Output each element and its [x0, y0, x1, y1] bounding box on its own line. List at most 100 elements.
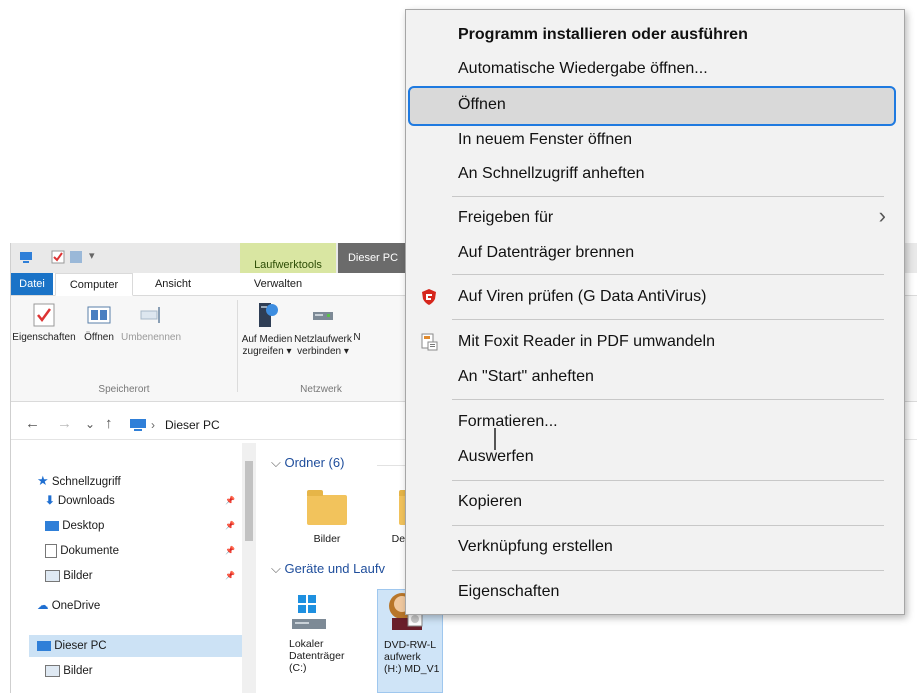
properties-check-icon[interactable]	[51, 250, 65, 264]
menu-item-properties[interactable]: Eigenschaften	[458, 575, 559, 609]
group-folders-header[interactable]: ⌵ Ordner (6)	[271, 455, 344, 471]
group-location-label: Speicherort	[98, 384, 150, 395]
download-icon: ⬇	[45, 495, 55, 507]
menu-separator	[452, 196, 884, 197]
drive-label-1: Lokaler	[289, 638, 324, 650]
menu-separator	[452, 399, 884, 400]
nav-label: Bilder	[63, 665, 93, 677]
context-tab-drive-tools: Laufwerktools	[240, 243, 336, 273]
network-drive-label-2: verbinden ▾	[297, 346, 349, 357]
windows-drive-icon	[292, 595, 326, 629]
group-network-label: Netzwerk	[300, 384, 342, 395]
pin-icon[interactable]: 📌	[225, 565, 235, 587]
tab-file[interactable]: Datei	[11, 273, 53, 295]
document-icon	[45, 543, 57, 558]
drive-label-1: DVD-RW-L	[384, 639, 437, 651]
nav-item-documents[interactable]: Dokumente 📌	[45, 540, 245, 562]
menu-item-open[interactable]: Öffnen	[458, 88, 506, 122]
pin-icon[interactable]: 📌	[225, 490, 235, 512]
group-divider-line	[377, 465, 407, 466]
tab-view[interactable]: Ansicht	[135, 273, 211, 295]
media-access-button[interactable]: Auf Medien zugreifen ▾	[241, 300, 293, 358]
folder-icon	[307, 490, 347, 525]
properties-label: Eigenschaften	[12, 332, 76, 343]
menu-item-eject[interactable]: Auswerfen	[458, 440, 534, 474]
menu-item-autoplay[interactable]: Automatische Wiedergabe öffnen...	[458, 52, 708, 86]
qat-dropdown-icon[interactable]: ▾	[89, 249, 95, 262]
pictures-icon	[45, 569, 60, 582]
ribbon-cut-label: N	[353, 332, 361, 343]
drive-label-2: Datenträger	[289, 650, 345, 662]
menu-item-virus-scan[interactable]: Auf Viren prüfen (G Data AntiVirus)	[458, 280, 706, 314]
media-server-icon	[259, 303, 278, 327]
nav-label: Dieser PC	[54, 640, 107, 652]
folder-label: Bilder	[313, 533, 341, 545]
menu-separator	[452, 274, 884, 275]
properties-icon	[33, 303, 55, 327]
menu-separator	[452, 480, 884, 481]
nav-scrollbar-thumb[interactable]	[245, 461, 253, 541]
pin-icon[interactable]: 📌	[225, 540, 235, 562]
menu-item-share-with[interactable]: Freigeben für	[458, 201, 553, 235]
drive-item-c[interactable]: Lokaler Datenträger (C:)	[289, 593, 347, 674]
open-button[interactable]: Öffnen	[79, 302, 119, 344]
cloud-icon: ☁	[37, 600, 49, 612]
group-folders-label: Ordner (6)	[284, 455, 345, 470]
tab-computer[interactable]: Computer	[55, 273, 133, 296]
star-icon: ★	[37, 473, 49, 488]
up-icon[interactable]: ↑	[105, 415, 113, 432]
media-label-1: Auf Medien	[241, 334, 293, 345]
nav-label: Bilder	[63, 570, 93, 582]
nav-label: Downloads	[57, 495, 115, 507]
drive-label-3: (C:)	[289, 662, 307, 674]
window-title: Dieser PC	[338, 243, 408, 273]
drive-label-3: (H:) MD_V1	[384, 663, 440, 675]
group-devices-header[interactable]: ⌵ Geräte und Laufv	[271, 561, 385, 577]
foxit-pdf-icon	[421, 333, 438, 351]
computer-icon	[130, 419, 146, 431]
menu-item-pin-quick-access[interactable]: An Schnellzugriff anheften	[458, 157, 645, 191]
network-drive-label-1: Netzlaufwerk	[294, 334, 352, 345]
back-icon[interactable]: ←	[25, 415, 40, 432]
nav-item-quick-access[interactable]: ★ Schnellzugriff	[37, 470, 237, 492]
chevron-down-icon: ⌵	[271, 561, 281, 576]
rename-button[interactable]: Umbenennen	[119, 302, 183, 344]
menu-item-create-shortcut[interactable]: Verknüpfung erstellen	[458, 530, 613, 564]
nav-label: OneDrive	[51, 600, 101, 612]
tab-manage[interactable]: Verwalten	[240, 273, 316, 295]
menu-item-open-new-window[interactable]: In neuem Fenster öffnen	[458, 123, 632, 157]
pin-icon[interactable]: 📌	[225, 515, 235, 537]
chevron-down-icon: ⌵	[271, 455, 281, 470]
menu-item-foxit-convert[interactable]: Mit Foxit Reader in PDF umwandeln	[458, 325, 715, 359]
recent-locations-icon[interactable]: ⌄	[85, 417, 95, 431]
breadcrumb-this-pc[interactable]: Dieser PC	[165, 418, 220, 432]
navigation-pane: ★ Schnellzugriff ⬇ Downloads 📌 Desktop 📌…	[11, 443, 257, 693]
map-network-drive-button[interactable]: Netzlaufwerk verbinden ▾	[293, 300, 353, 358]
nav-item-pictures-pc[interactable]: Bilder	[45, 660, 245, 682]
desktop-icon	[45, 520, 59, 531]
nav-item-downloads[interactable]: ⬇ Downloads 📌	[45, 490, 245, 512]
open-icon	[87, 306, 111, 324]
nav-item-pictures[interactable]: Bilder 📌	[45, 565, 245, 587]
properties-button[interactable]: Eigenschaften	[11, 302, 77, 344]
rename-label: Umbenennen	[120, 332, 182, 343]
network-drive-icon	[313, 312, 333, 320]
menu-item-burn[interactable]: Auf Datenträger brennen	[458, 236, 634, 270]
menu-separator	[452, 570, 884, 571]
forward-icon[interactable]: →	[57, 415, 72, 432]
nav-item-this-pc[interactable]: Dieser PC	[29, 635, 247, 657]
new-folder-icon[interactable]	[69, 250, 83, 264]
menu-item-copy[interactable]: Kopieren	[458, 485, 522, 519]
pictures-icon	[45, 664, 60, 677]
menu-item-install-run[interactable]: Programm installieren oder ausführen	[458, 18, 748, 52]
computer-icon	[37, 640, 51, 651]
media-label-2: zugreifen ▾	[242, 346, 292, 357]
menu-item-format[interactable]: Formatieren...	[458, 405, 558, 439]
menu-item-pin-start[interactable]: An "Start" anheften	[458, 360, 594, 394]
computer-icon[interactable]	[19, 250, 33, 264]
nav-item-desktop[interactable]: Desktop 📌	[45, 515, 245, 537]
folder-item-pictures[interactable]: Bilder	[297, 485, 357, 545]
breadcrumb-separator: ›	[151, 418, 155, 432]
menu-separator	[452, 525, 884, 526]
nav-item-onedrive[interactable]: ☁ OneDrive	[37, 595, 237, 617]
